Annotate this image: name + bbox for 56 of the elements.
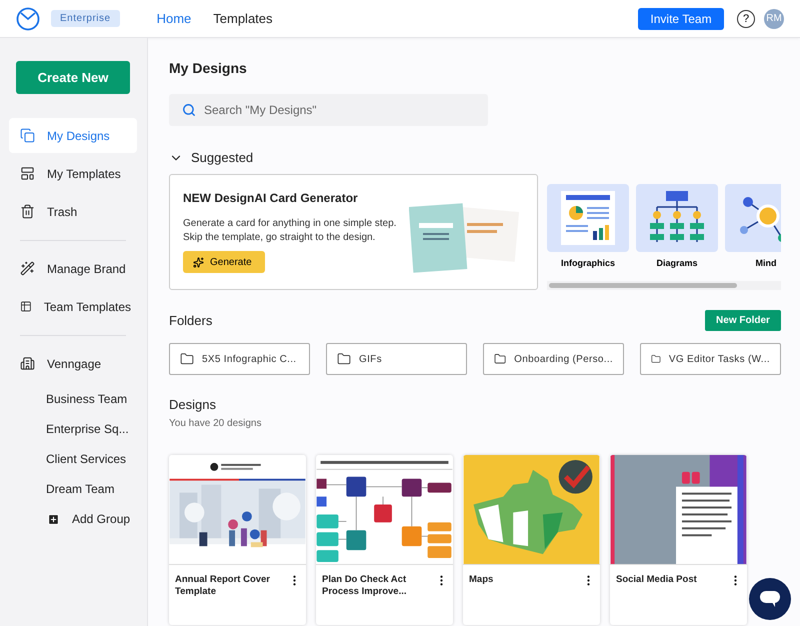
folders-heading: Folders	[169, 313, 212, 328]
table-icon	[20, 299, 32, 314]
section-toggle[interactable]: Suggested	[169, 150, 781, 165]
create-new-button[interactable]: Create New	[16, 61, 130, 94]
chat-bubble-icon	[759, 590, 781, 608]
sidebar-item[interactable]: Team Templates	[9, 289, 137, 324]
trash-icon	[20, 204, 35, 219]
design-title: Plan Do Check Act Process Improve...	[322, 574, 408, 598]
designs-heading: Designs	[169, 397, 217, 412]
horizontal-scrollbar[interactable]	[547, 281, 781, 290]
design-title: Maps	[469, 574, 494, 587]
folder-item[interactable]: Onboarding (Perso...	[483, 343, 624, 375]
magic-wand-icon	[20, 261, 35, 276]
design-title: Social Media Post	[616, 574, 697, 587]
building-icon	[20, 356, 35, 371]
design-title: Annual Report Cover Template	[175, 574, 272, 598]
new-folder-button[interactable]: New Folder	[705, 310, 781, 331]
chat-button[interactable]	[749, 578, 791, 620]
sidebar-item[interactable]: Enterprise Sq...	[9, 414, 137, 444]
promo-title: NEW DesignAI Card Generator	[183, 191, 359, 205]
sparkles-icon	[193, 256, 204, 268]
logo-icon[interactable]	[16, 6, 40, 30]
sidebar-item[interactable]: Dream Team	[9, 474, 137, 504]
folder-icon	[337, 352, 351, 366]
help-button[interactable]: ?	[737, 10, 755, 28]
plan-badge: Enterprise	[51, 10, 120, 27]
sidebar-item[interactable]: Business Team	[9, 384, 137, 414]
generate-button[interactable]: Generate	[183, 251, 265, 273]
sidebar-item[interactable]: Client Services	[9, 444, 137, 474]
folder-item[interactable]: GIFs	[326, 343, 467, 375]
template-icon	[20, 166, 35, 181]
page-title: My Designs	[169, 60, 248, 76]
invite-team-button[interactable]: Invite Team	[638, 8, 724, 30]
add-icon	[47, 512, 60, 526]
design-card[interactable]: Social Media Post	[610, 455, 747, 625]
sidebar-item[interactable]: Add Group	[9, 504, 137, 534]
design-card[interactable]: Annual Report Cover Template	[169, 455, 306, 625]
promo-text: Generate a card for anything in one simple step. Skip the template, go straight to the design.	[183, 217, 398, 245]
search-field[interactable]: Search "My Designs"	[169, 94, 488, 126]
copy-icon	[20, 128, 35, 143]
design-card[interactable]: Plan Do Check Act Process Improve...	[316, 455, 453, 625]
folder-icon	[180, 352, 194, 366]
infographic-drawing	[561, 191, 615, 245]
folder-item[interactable]: 5X5 Infographic C...	[169, 343, 310, 375]
sidebar-item[interactable]: My Designs	[9, 118, 137, 153]
designs-count: You have 20 designs	[169, 418, 262, 429]
sidebar-item[interactable]: My Templates	[9, 156, 137, 191]
nav-link[interactable]: Templates	[213, 11, 273, 26]
folder-item[interactable]: VG Editor Tasks (W...	[640, 343, 781, 375]
sidebar-item[interactable]: Manage Brand	[9, 251, 137, 286]
sidebar-item[interactable]: Trash	[9, 194, 137, 229]
folder-icon	[494, 352, 506, 366]
sidebar-item[interactable]: Venngage	[9, 346, 137, 381]
nav-link[interactable]: Home	[156, 11, 192, 26]
search-icon	[182, 103, 196, 117]
design-card[interactable]: Maps	[463, 455, 600, 625]
